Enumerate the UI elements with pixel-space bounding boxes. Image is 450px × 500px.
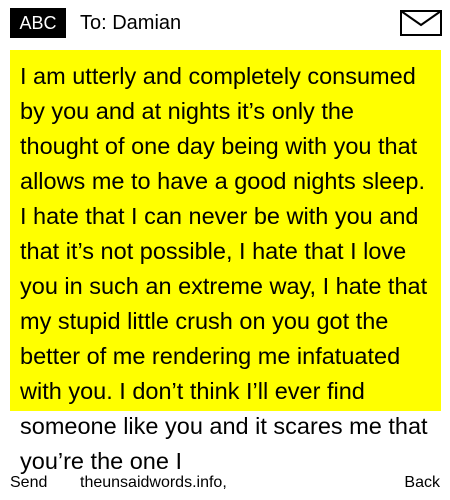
- envelope-icon: [400, 10, 442, 36]
- header-bar: ABC To: Damian: [0, 0, 450, 48]
- footer-caption: theunsaidwords.info,: [80, 474, 227, 491]
- input-mode-badge[interactable]: ABC: [10, 8, 66, 38]
- back-softkey[interactable]: Back: [404, 472, 440, 494]
- send-softkey[interactable]: Send: [10, 472, 47, 494]
- softkey-bar: Send theunsaidwords.info, Back: [0, 472, 450, 500]
- message-body[interactable]: I am utterly and completely consumed by …: [20, 59, 435, 479]
- recipient-label: To: Damian: [80, 12, 182, 34]
